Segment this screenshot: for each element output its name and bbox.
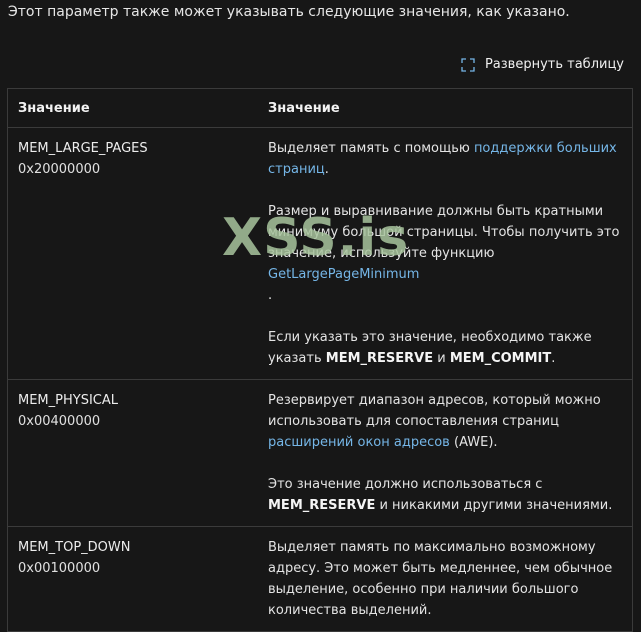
table-row: MEM_PHYSICAL 0x00400000 Резервирует диап… (8, 379, 632, 527)
constant-name: MEM_TOP_DOWN (18, 540, 131, 555)
constant-name: MEM_PHYSICAL (18, 393, 119, 408)
description-text: . (268, 288, 273, 303)
description-text: Резервирует диапазон адресов, который мо… (268, 393, 601, 429)
mem-reserve-text: MEM_RESERVE (268, 498, 376, 513)
description-paragraph: Выделяет память с помощью поддержки боль… (268, 138, 622, 180)
table-header-row: Значение Значение (8, 89, 632, 128)
constant-value: 0x00400000 (18, 414, 101, 429)
constant-name: MEM_LARGE_PAGES (18, 141, 148, 156)
expand-table-button[interactable]: Развернуть таблицу (461, 57, 624, 72)
description-cell: Резервирует диапазон адресов, который мо… (258, 379, 632, 527)
description-text: Это значение должно использоваться с (268, 477, 543, 492)
column-header: Значение (8, 89, 258, 128)
values-table: Значение Значение MEM_LARGE_PAGES 0x2000… (7, 88, 633, 632)
expand-table-label: Развернуть таблицу (484, 57, 624, 72)
constant-cell: MEM_LARGE_PAGES 0x20000000 (8, 128, 258, 380)
description-paragraph: Это значение должно использоваться с MEM… (268, 474, 622, 516)
constant-cell: MEM_TOP_DOWN 0x00100000 (8, 526, 258, 631)
table-row: MEM_TOP_DOWN 0x00100000 Выделяет память … (8, 526, 632, 631)
description-paragraph: Выделяет память по максимально возможном… (268, 540, 613, 618)
mem-commit-text: MEM_COMMIT (449, 351, 552, 366)
mem-reserve-text: MEM_RESERVE (325, 351, 434, 366)
description-paragraph: Резервирует диапазон адресов, который мо… (268, 390, 622, 453)
constant-value: 0x20000000 (18, 162, 101, 177)
constant-cell: MEM_PHYSICAL 0x00400000 (8, 379, 258, 527)
table-row: MEM_LARGE_PAGES 0x20000000 Выделяет памя… (8, 128, 632, 380)
constant-value: 0x00100000 (18, 561, 101, 576)
description-text: Выделяет память с помощью (268, 141, 474, 156)
awe-link[interactable]: расширений окон адресов (268, 435, 450, 450)
get-large-page-minimum-link[interactable]: GetLargePageMinimum (268, 267, 419, 282)
column-header: Значение (258, 89, 632, 128)
description-text: . (551, 351, 556, 366)
description-cell: Выделяет память по максимально возможном… (258, 526, 632, 631)
fullscreen-icon (461, 57, 475, 72)
description-text: (AWE). (449, 435, 498, 450)
description-paragraph: Размер и выравнивание должны быть кратны… (268, 201, 622, 306)
description-text: и никакими другими значениями. (375, 498, 613, 513)
description-text: и (433, 351, 450, 366)
description-paragraph: Если указать это значение, необходимо та… (268, 327, 622, 369)
description-text: Размер и выравнивание должны быть кратны… (268, 204, 620, 261)
description-text: . (324, 162, 329, 177)
description-cell: Выделяет память с помощью поддержки боль… (258, 128, 632, 380)
intro-text: Этот параметр также может указывать след… (8, 4, 570, 20)
